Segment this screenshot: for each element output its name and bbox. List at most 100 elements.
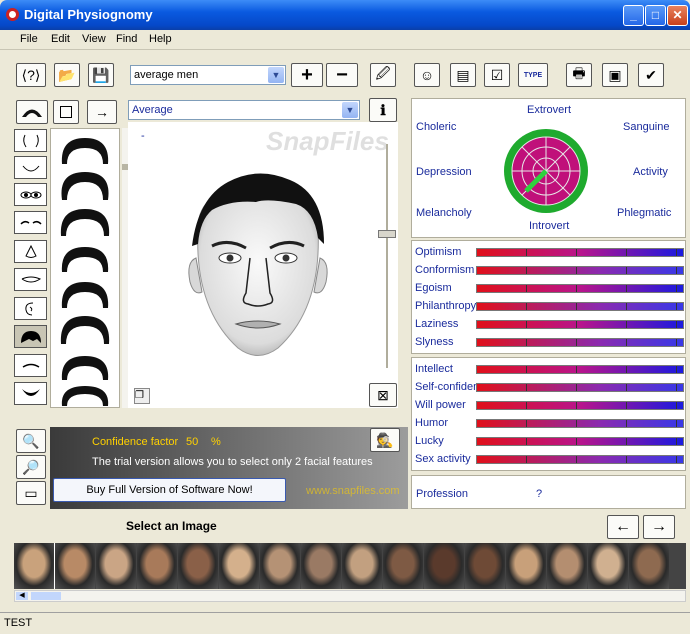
menu-file[interactable]: File — [20, 33, 38, 45]
hair-variant-2[interactable] — [58, 170, 113, 200]
gallery-prev-button[interactable]: ← — [607, 515, 639, 539]
zoom-out-button[interactable]: 🔎 — [16, 455, 46, 479]
feature-mustache[interactable] — [14, 354, 47, 377]
gallery-face-thumbnail[interactable] — [137, 543, 177, 589]
gallery-face-thumbnail[interactable] — [55, 543, 95, 589]
gallery-face-thumbnail[interactable] — [96, 543, 136, 589]
hair-variant-4[interactable] — [58, 242, 113, 272]
hair-variant-8[interactable] — [58, 384, 113, 406]
arrow-right-icon: → — [651, 518, 667, 535]
hair-variant-3[interactable] — [58, 206, 113, 236]
gallery-face-thumbnail[interactable] — [301, 543, 341, 589]
open-button[interactable]: 📂 — [54, 63, 80, 87]
close-box-icon: ⊠ — [377, 386, 389, 403]
feature-ear[interactable] — [14, 297, 47, 320]
gallery-face-thumbnail[interactable] — [506, 543, 546, 589]
document-button[interactable]: ▤ — [450, 63, 476, 87]
select-box-button[interactable] — [53, 100, 79, 124]
trait-label: Egoism — [415, 282, 452, 294]
temperament-panel: Extrovert Choleric Sanguine Depression A… — [411, 98, 686, 238]
feature-eyebrows[interactable] — [14, 211, 47, 234]
trait-bar-divider — [526, 438, 527, 445]
compare-button[interactable]: 🕵 — [370, 428, 400, 452]
info-button[interactable]: ℹ — [369, 98, 397, 122]
close-button[interactable]: ✕ — [667, 5, 688, 26]
type-button[interactable]: TYPE — [518, 63, 548, 87]
gallery-face-thumbnail[interactable] — [465, 543, 505, 589]
feature-chin[interactable] — [14, 156, 47, 179]
gallery-scrollbar[interactable]: ◀ — [14, 590, 686, 602]
feature-eyes[interactable] — [14, 183, 47, 206]
gallery-face-thumbnail[interactable] — [383, 543, 423, 589]
save-button[interactable]: 💾 — [88, 63, 114, 87]
label-sanguine: Sanguine — [623, 121, 670, 133]
document-icon: ▤ — [456, 66, 470, 83]
gallery-face-thumbnail[interactable] — [178, 543, 218, 589]
trait-label: Laziness — [415, 318, 459, 330]
feature-variant-select[interactable]: Average ▼ — [128, 100, 360, 120]
print-button[interactable]: 🖶 — [566, 63, 592, 87]
keyboard-button[interactable]: ▭ — [16, 481, 46, 505]
feature-face-shape[interactable] — [14, 129, 47, 152]
edit-face-button[interactable]: 🖉 — [370, 63, 396, 87]
hair-style-icon — [60, 209, 110, 236]
gallery-next-button[interactable]: → — [643, 515, 675, 539]
gallery-face-thumbnail[interactable] — [260, 543, 300, 589]
add-button[interactable]: + — [291, 63, 323, 87]
gallery-face-thumbnail[interactable] — [219, 543, 259, 589]
reset-button[interactable]: ⊠ — [369, 383, 397, 407]
buy-full-version-button[interactable]: Buy Full Version of Software Now! — [53, 478, 286, 502]
trait-bar-divider — [576, 402, 577, 409]
menu-view[interactable]: View — [82, 33, 106, 45]
mirror-toggle[interactable]: ❐ — [134, 388, 150, 404]
menu-find[interactable]: Find — [116, 33, 137, 45]
maximize-button[interactable]: □ — [645, 5, 666, 26]
hair-tool-button[interactable] — [16, 100, 48, 124]
gallery-face-thumbnail[interactable] — [424, 543, 464, 589]
menu-edit[interactable]: Edit — [51, 33, 70, 45]
feature-nose[interactable] — [14, 240, 47, 263]
app-icon[interactable] — [6, 8, 19, 21]
hair-variant-7[interactable] — [58, 350, 113, 380]
gallery-face-thumbnail[interactable] — [588, 543, 628, 589]
preset-select[interactable]: average men ▼ — [130, 65, 286, 85]
checklist-button[interactable]: ☑ — [484, 63, 510, 87]
trait-bar-divider — [626, 456, 627, 463]
navigate-button[interactable]: ⟨?⟩ — [16, 63, 46, 87]
next-feature-button[interactable]: → — [87, 100, 117, 124]
menu-help[interactable]: Help — [149, 33, 172, 45]
slider-thumb[interactable] — [378, 230, 396, 238]
gallery-face-thumbnail[interactable] — [14, 543, 56, 589]
trait-bar-divider — [576, 249, 577, 256]
scroll-left-arrow[interactable]: ◀ — [16, 592, 28, 600]
hair-style-icon — [61, 282, 109, 308]
face-report-button[interactable]: ☺ — [414, 63, 440, 87]
trait-bar-divider — [626, 384, 627, 391]
chevron-down-icon[interactable]: ▼ — [268, 67, 284, 83]
checkmark-button[interactable]: ✔ — [638, 63, 664, 87]
gallery-face-thumbnail[interactable] — [629, 543, 669, 589]
chevron-down-icon[interactable]: ▼ — [342, 102, 358, 118]
hair-variant-1[interactable] — [58, 134, 113, 164]
title-bar[interactable]: Digital Physiognomy _ □ ✕ — [0, 0, 690, 30]
feature-beard[interactable] — [14, 382, 47, 405]
trait-bar-divider — [626, 267, 627, 274]
gallery-scrollbar-thumb[interactable] — [31, 592, 61, 600]
gallery-face-thumbnail[interactable] — [342, 543, 382, 589]
folder-open-icon: 📂 — [58, 66, 76, 83]
minimize-button[interactable]: _ — [623, 5, 644, 26]
site-text: www.snapfiles.com — [306, 485, 400, 497]
slider-track — [386, 144, 388, 368]
image-button[interactable]: ▣ — [602, 63, 628, 87]
gallery-face-thumbnail[interactable] — [547, 543, 587, 589]
zoom-in-button[interactable]: 🔍 — [16, 429, 46, 453]
hair-variant-6[interactable] — [58, 314, 113, 344]
eyebrows-icon — [19, 220, 42, 225]
face-canvas[interactable]: - SnapFiles — [128, 122, 398, 408]
feature-mouth[interactable] — [14, 268, 47, 291]
hair-variant-5[interactable] — [58, 278, 113, 308]
trait-bar-divider — [576, 267, 577, 274]
remove-button[interactable]: − — [326, 63, 358, 87]
feature-hair[interactable] — [14, 325, 47, 348]
zoom-slider[interactable] — [376, 144, 398, 368]
